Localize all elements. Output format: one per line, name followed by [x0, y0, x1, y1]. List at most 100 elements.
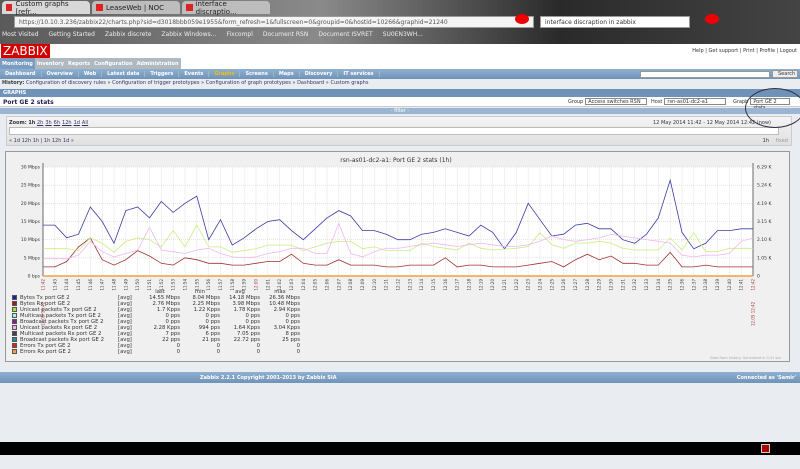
page-title: Port GE 2 stats: [3, 99, 54, 106]
bookmark[interactable]: Document RSN: [263, 31, 308, 38]
legend-avg: 0: [256, 349, 260, 355]
x-tick-label: 12:28: [585, 279, 590, 291]
menu-configuration[interactable]: Configuration: [92, 58, 135, 69]
submenu-item[interactable]: Triggers: [145, 71, 180, 77]
search-input[interactable]: [640, 71, 770, 78]
submenu-item[interactable]: Screens: [240, 71, 274, 77]
y-right-tick: 2.10 K: [757, 237, 772, 243]
legend-swatch: [12, 331, 17, 336]
history-link[interactable]: Configuration of discovery rules: [26, 80, 106, 86]
bookmark[interactable]: Zabbix Windows...: [161, 31, 216, 38]
browser-tab[interactable]: interface discraptio...: [182, 0, 270, 16]
legend-max: 0: [296, 349, 300, 355]
menu-administration[interactable]: Administration: [134, 58, 181, 69]
x-tick-label: 12:34: [656, 279, 661, 291]
bookmark[interactable]: Zabbix discrete: [105, 31, 152, 38]
zabbix-logo[interactable]: ZABBIX: [1, 44, 50, 58]
x-tick-label: 12:24: [538, 279, 543, 291]
section-bar: GRAPHS: [0, 89, 800, 97]
x-tick-label: 12:17: [455, 279, 460, 291]
x-tick-label: 12:25: [549, 279, 554, 291]
x-tick-label: 12:23: [526, 279, 531, 291]
bookmarks-bar: Most Visited Getting Started Zabbix discre…: [2, 31, 423, 38]
favicon-icon: [186, 4, 193, 11]
x-tick-label: 12:36: [680, 279, 685, 291]
search-button[interactable]: Search: [772, 70, 798, 78]
x-tick-label: 12:04: [301, 279, 306, 291]
header-links[interactable]: Help | Get support | Print | Profile | L…: [692, 48, 797, 54]
x-tick-label: 12:22: [514, 279, 519, 291]
footer: Zabbix 2.2.1 Copyright 2001-2013 by Zabb…: [0, 372, 800, 383]
zoom-option[interactable]: 12h: [62, 120, 72, 126]
legend-swatch: [12, 325, 17, 330]
x-tick-label: 12:38: [703, 279, 708, 291]
zoom-current: 1h: [28, 120, 36, 126]
x-tick-label: 12:29: [597, 279, 602, 291]
copyright: Zabbix 2.2.1 Copyright 2001-2013 by Zabb…: [200, 375, 337, 381]
submenu-item[interactable]: Overview: [42, 71, 79, 77]
y-right-tick: 4.19 K: [757, 201, 772, 207]
bookmark[interactable]: Document ISVRET: [318, 31, 372, 38]
menu-monitoring[interactable]: Monitoring: [0, 58, 35, 69]
connected-as: Connected as 'Samir': [736, 375, 796, 381]
legend-swatch: [12, 343, 17, 348]
address-bar[interactable]: https://10.10.3.236/zabbix22/charts.php?…: [14, 16, 534, 28]
group-label: Group: [568, 98, 584, 105]
submenu-item[interactable]: Graphs: [209, 71, 241, 77]
wallpaper-eye: [705, 14, 719, 24]
zoom-option[interactable]: 6h: [54, 120, 60, 126]
bookmark[interactable]: SU0EN3WH...: [383, 31, 423, 38]
submenu-item[interactable]: IT services: [338, 71, 380, 77]
page-title-bar: Port GE 2 stats Group Access switches RSN…: [0, 97, 800, 111]
history-link[interactable]: Dashboard: [297, 80, 324, 86]
history-link[interactable]: Custom graphs: [330, 80, 368, 86]
x-tick-label: 12:32: [632, 279, 637, 291]
browser-tab[interactable]: LeaseWeb | NOC: [92, 1, 180, 14]
browser-tab[interactable]: Custom graphs [refr...: [2, 0, 90, 16]
host-select[interactable]: rsn-as01-dc2-a1: [664, 98, 727, 105]
history-link[interactable]: Configuration of graph prototypes: [206, 80, 291, 86]
menu-inventory[interactable]: Inventory: [34, 58, 67, 69]
legend-swatch: [12, 301, 17, 306]
history-link[interactable]: Configuration of trigger prototypes: [112, 80, 199, 86]
submenu-item[interactable]: Maps: [274, 71, 300, 77]
browser-tabs: Custom graphs [refr... LeaseWeb | NOC inte…: [2, 0, 270, 16]
app-icon[interactable]: [761, 444, 770, 453]
timeline-scrollbar[interactable]: [9, 127, 779, 135]
zoom-option[interactable]: 1d: [74, 120, 80, 126]
favicon-icon: [6, 4, 13, 11]
bookmark[interactable]: Fixcompl: [226, 31, 252, 38]
period-nav[interactable]: « 1d 12h 1h | 1h 12h 1d »: [9, 138, 74, 144]
x-tick-label: 12:27: [573, 279, 578, 291]
taskbar: [0, 442, 800, 455]
x-tick-label: 12:09: [360, 279, 365, 291]
fixed-toggle[interactable]: fixed: [776, 138, 788, 144]
bookmark[interactable]: Most Visited: [2, 31, 39, 38]
legend-swatch: [12, 349, 17, 354]
submenu-item[interactable]: Web: [79, 71, 103, 77]
x-tick-label: 12:40: [727, 279, 732, 291]
filter-toggle[interactable]: - filter -: [0, 108, 800, 114]
menu-reports[interactable]: Reports: [66, 58, 93, 69]
submenu-item[interactable]: Latest data: [102, 71, 146, 77]
legend-name: Errors Rx port GE 2: [20, 349, 71, 355]
submenu-item[interactable]: Events: [179, 71, 210, 77]
x-tick-label: 12:31: [620, 279, 625, 291]
x-tick-label: 12:21: [502, 279, 507, 291]
zoom-option[interactable]: 3h: [45, 120, 51, 126]
x-tick-label: 12:35: [668, 279, 673, 291]
legend-swatch: [12, 337, 17, 342]
browser-search-input[interactable]: interface discraption in zabbix: [540, 16, 690, 28]
zoom-option[interactable]: All: [82, 120, 88, 126]
submenu-item[interactable]: Discovery: [300, 71, 339, 77]
annotation-circle: [745, 88, 800, 128]
submenu-item[interactable]: Dashboard: [0, 71, 42, 77]
x-tick-label: 12:20: [490, 279, 495, 291]
zoom-option[interactable]: 2h: [37, 120, 43, 126]
sub-menu: Dashboard Overview Web Latest data Triggers E…: [0, 69, 800, 79]
bookmark[interactable]: Getting Started: [49, 31, 95, 38]
period-value: 1h: [762, 138, 769, 144]
group-select[interactable]: Access switches RSN: [585, 98, 648, 105]
legend-row: Errors Rx port GE 2 [avg] 0 0 0 0: [12, 349, 300, 355]
x-tick-label: 12:07: [336, 279, 341, 291]
